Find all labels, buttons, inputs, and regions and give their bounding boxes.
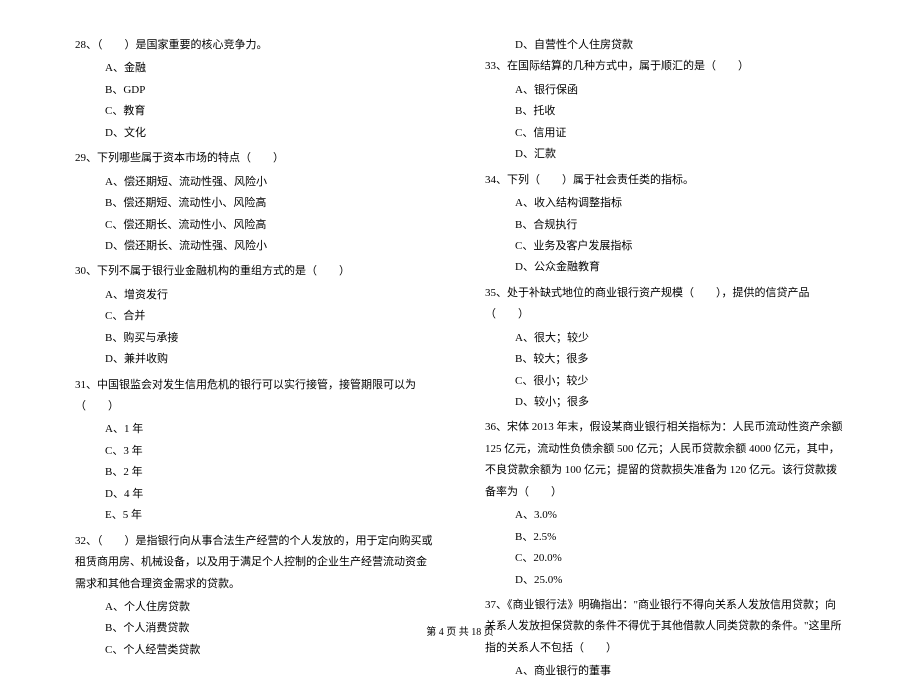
option-b: B、GDP [75,80,435,101]
option-c: C、合并 [75,306,435,327]
option-d: D、偿还期长、流动性强、风险小 [75,236,435,257]
option-c: C、个人经营类贷款 [75,640,435,661]
right-column: D、自营性个人住房贷款 33、在国际结算的几种方式中，属于顺汇的是（ ） A、银… [485,35,845,687]
question-text: 35、处于补缺式地位的商业银行资产规模（ ），提供的信贷产品（ ） [485,283,845,326]
option-b: B、合规执行 [485,215,845,236]
option-d: D、公众金融教育 [485,257,845,278]
left-column: 28、（ ）是国家重要的核心竞争力。 A、金融 B、GDP C、教育 D、文化 … [75,35,435,687]
option-e: E、5 年 [75,505,435,526]
question-35: 35、处于补缺式地位的商业银行资产规模（ ），提供的信贷产品（ ） A、很大；较… [485,283,845,414]
option-d: D、4 年 [75,484,435,505]
option-b: B、托收 [485,101,845,122]
question-text: 29、下列哪些属于资本市场的特点（ ） [75,148,435,169]
option-a: A、收入结构调整指标 [485,193,845,214]
option-d: D、汇款 [485,144,845,165]
question-text: 28、（ ）是国家重要的核心竞争力。 [75,35,435,56]
option-c: C、教育 [75,101,435,122]
option-a: A、很大；较少 [485,328,845,349]
option-b: B、偿还期短、流动性小、风险高 [75,193,435,214]
question-36: 36、宋体 2013 年末，假设某商业银行相关指标为：人民币流动性资产余额 12… [485,417,845,591]
option-a: A、增资发行 [75,285,435,306]
option-a: A、银行保函 [485,80,845,101]
page-footer: 第 4 页 共 18 页 [0,623,920,638]
option-b: B、2.5% [485,527,845,548]
option-c: C、3 年 [75,441,435,462]
option-a: A、偿还期短、流动性强、风险小 [75,172,435,193]
question-text: 31、中国银监会对发生信用危机的银行可以实行接管，接管期限可以为（ ） [75,375,435,418]
option-c: C、偿还期长、流动性小、风险高 [75,215,435,236]
option-a: A、3.0% [485,505,845,526]
question-37: 37、《商业银行法》明确指出："商业银行不得向关系人发放信用贷款；向关系人发放担… [485,595,845,683]
option-a: A、商业银行的董事 [485,661,845,682]
question-29: 29、下列哪些属于资本市场的特点（ ） A、偿还期短、流动性强、风险小 B、偿还… [75,148,435,257]
option-c: C、很小；较少 [485,371,845,392]
option-d: D、较小；很多 [485,392,845,413]
question-text: 32、（ ）是指银行向从事合法生产经营的个人发放的，用于定向购买或租赁商用房、机… [75,531,435,595]
option-d: D、自营性个人住房贷款 [485,35,845,56]
option-d: D、25.0% [485,570,845,591]
question-30: 30、下列不属于银行业金融机构的重组方式的是（ ） A、增资发行 C、合并 B、… [75,261,435,370]
question-text: 33、在国际结算的几种方式中，属于顺汇的是（ ） [485,56,845,77]
option-d: D、兼并收购 [75,349,435,370]
option-a: A、个人住房贷款 [75,597,435,618]
question-34: 34、下列（ ）属于社会责任类的指标。 A、收入结构调整指标 B、合规执行 C、… [485,170,845,279]
option-b: B、较大；很多 [485,349,845,370]
option-b: B、购买与承接 [75,328,435,349]
question-text: 34、下列（ ）属于社会责任类的指标。 [485,170,845,191]
option-c: C、业务及客户发展指标 [485,236,845,257]
option-b: B、2 年 [75,462,435,483]
question-28: 28、（ ）是国家重要的核心竞争力。 A、金融 B、GDP C、教育 D、文化 [75,35,435,144]
question-text: 36、宋体 2013 年末，假设某商业银行相关指标为：人民币流动性资产余额 12… [485,417,845,503]
question-31: 31、中国银监会对发生信用危机的银行可以实行接管，接管期限可以为（ ） A、1 … [75,375,435,527]
option-d: D、文化 [75,123,435,144]
question-33: 33、在国际结算的几种方式中，属于顺汇的是（ ） A、银行保函 B、托收 C、信… [485,56,845,165]
content-columns: 28、（ ）是国家重要的核心竞争力。 A、金融 B、GDP C、教育 D、文化 … [75,35,845,687]
option-c: C、20.0% [485,548,845,569]
question-text: 30、下列不属于银行业金融机构的重组方式的是（ ） [75,261,435,282]
option-a: A、金融 [75,58,435,79]
question-32: 32、（ ）是指银行向从事合法生产经营的个人发放的，用于定向购买或租赁商用房、机… [75,531,435,662]
option-a: A、1 年 [75,419,435,440]
option-c: C、信用证 [485,123,845,144]
